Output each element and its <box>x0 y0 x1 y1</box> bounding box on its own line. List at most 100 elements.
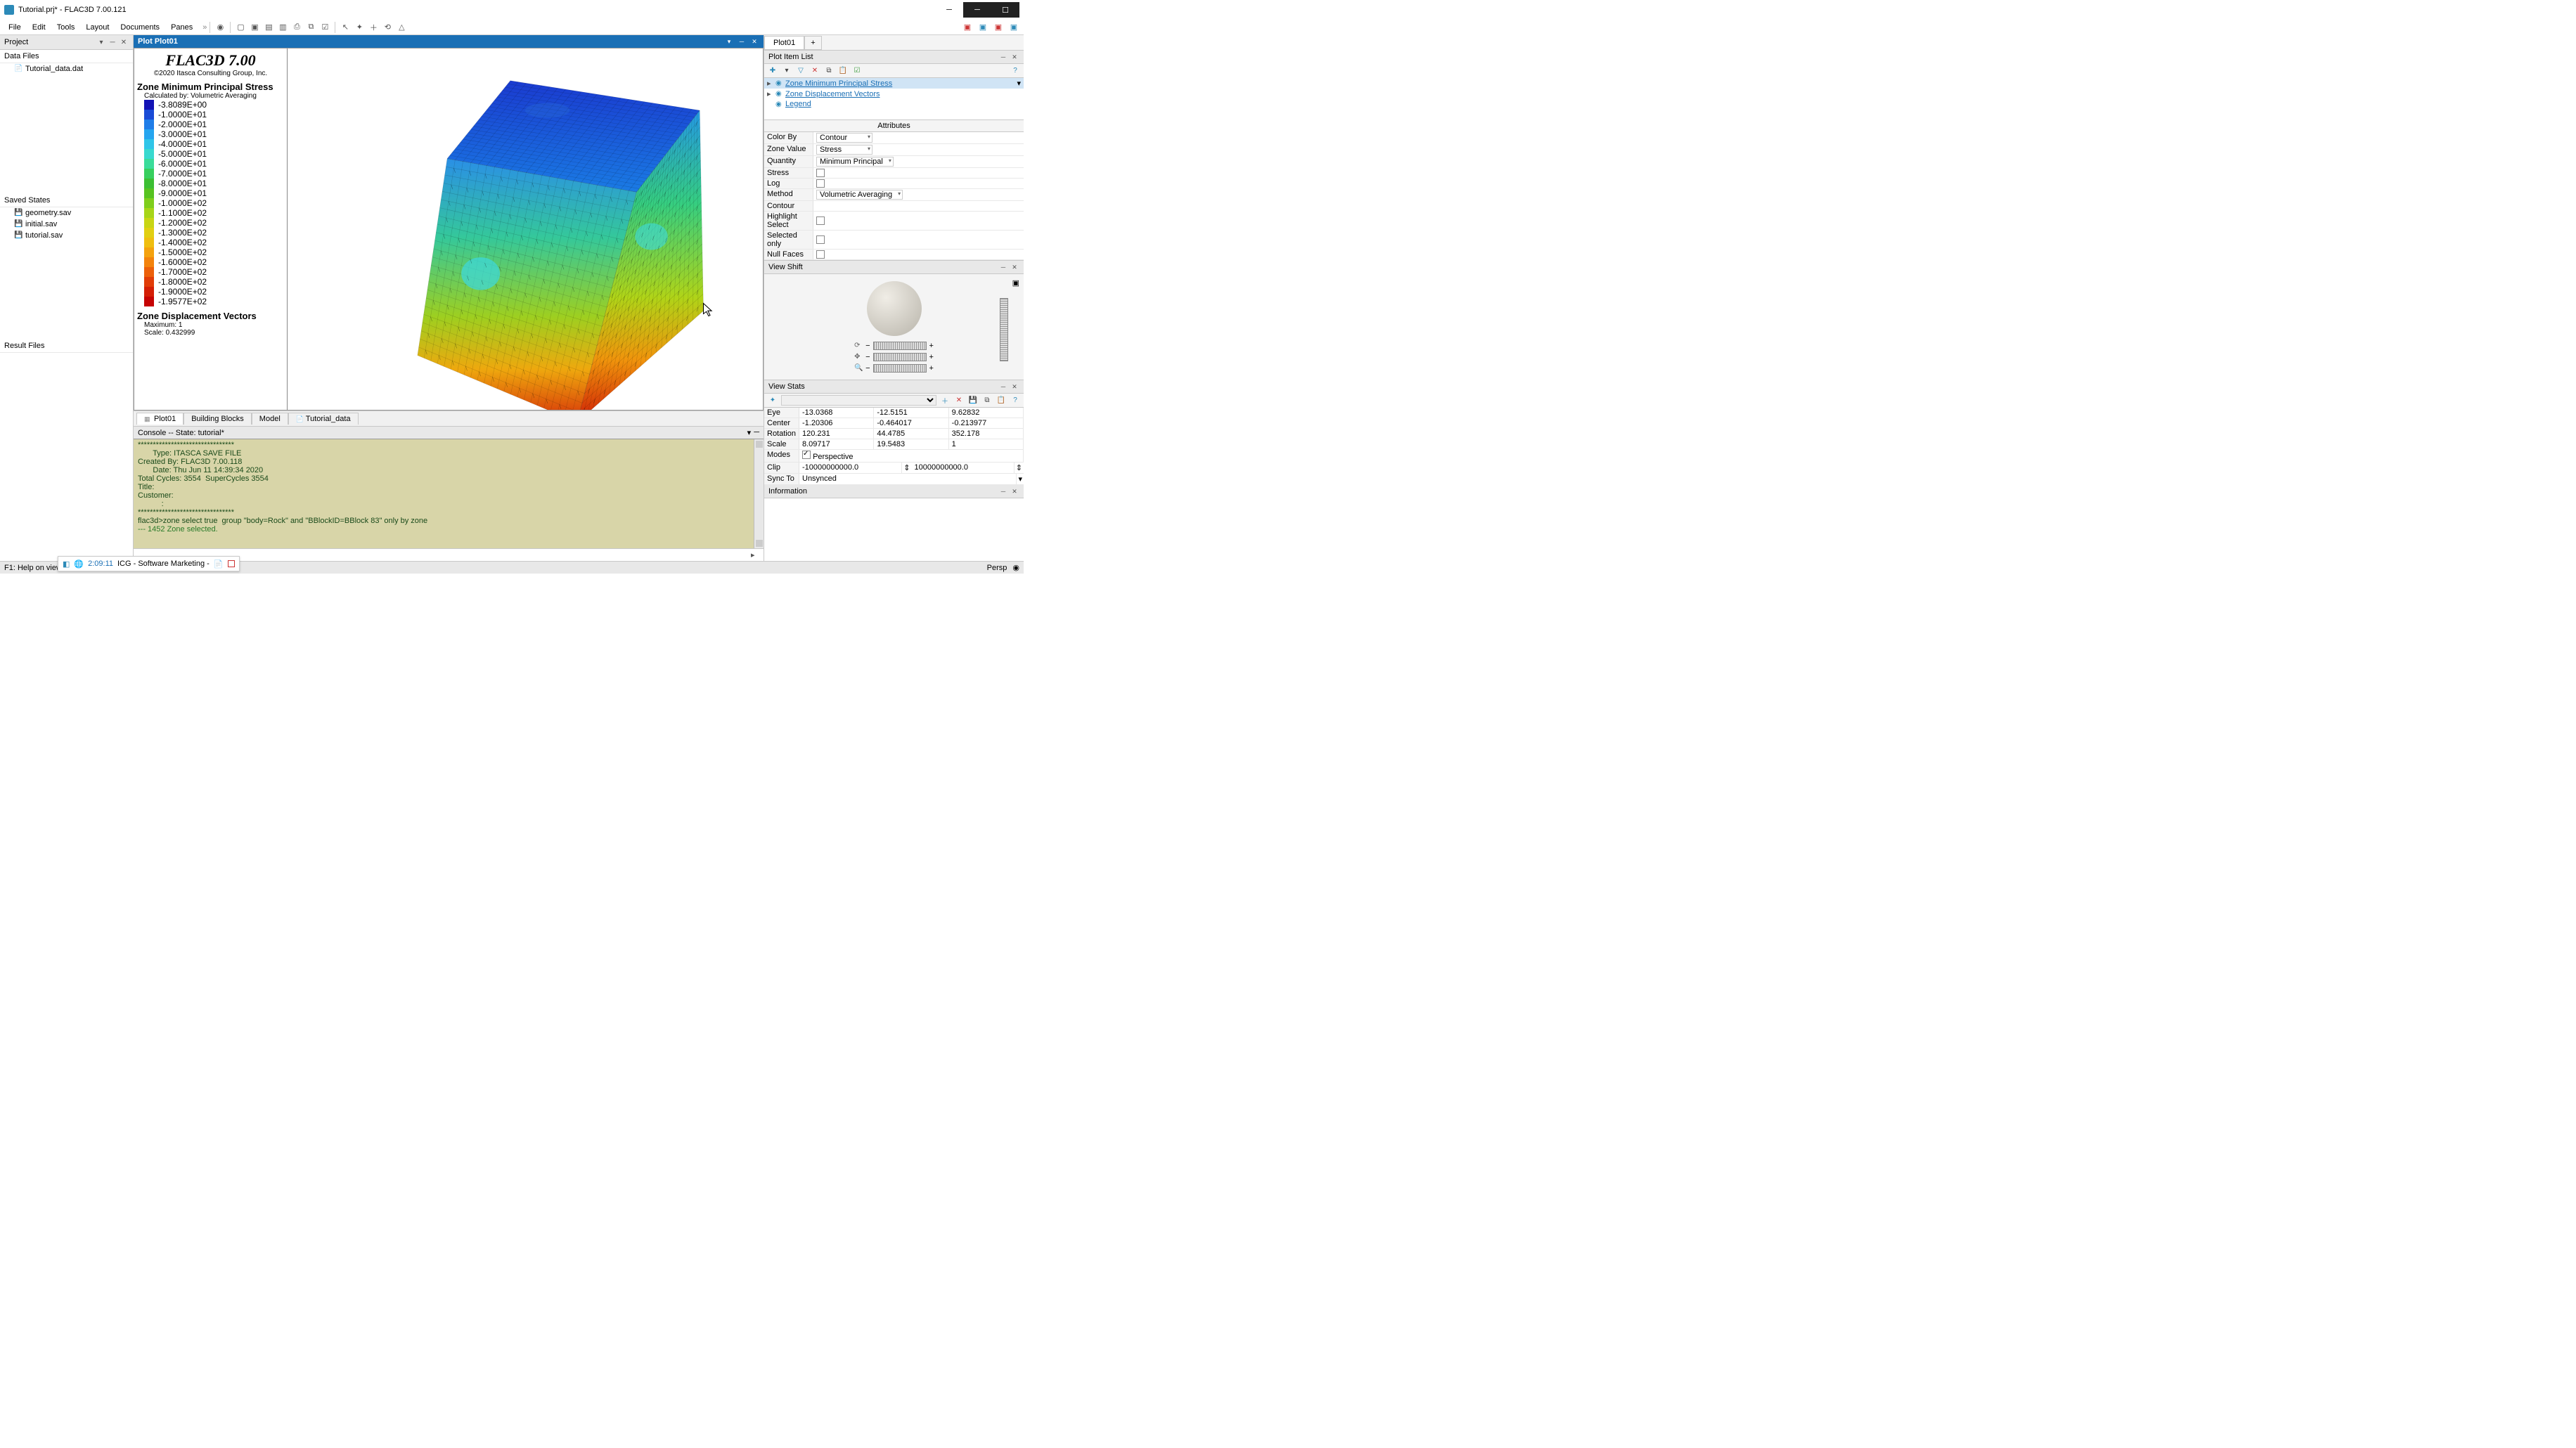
minimize-icon[interactable]: ─ <box>998 52 1008 62</box>
dropdown-icon[interactable]: ▾ <box>781 65 792 77</box>
minimize-pane-icon[interactable]: ─ <box>108 37 117 47</box>
menu-overflow-icon[interactable]: » <box>202 23 207 32</box>
close-icon[interactable]: ✕ <box>1010 262 1019 272</box>
attribute-combo[interactable]: Minimum Principal <box>816 157 894 167</box>
toolbar-r1-icon[interactable]: ▣ <box>960 20 974 34</box>
plotitem-row[interactable]: ▸ ◉ Zone Displacement Vectors <box>764 89 1024 99</box>
expand-icon[interactable]: ▸ <box>767 89 775 98</box>
pan-slider[interactable] <box>873 353 927 361</box>
close-icon[interactable]: ✕ <box>1010 486 1019 496</box>
console-body[interactable]: ******************************** Type: I… <box>134 439 764 548</box>
toolbar-r3-icon[interactable]: ▣ <box>991 20 1005 34</box>
vertical-slider[interactable] <box>1000 298 1008 361</box>
perspective-checkbox[interactable] <box>802 451 811 459</box>
toolbar-axis-icon[interactable]: △ <box>394 20 408 34</box>
section-savedstates[interactable]: Saved States <box>0 194 133 207</box>
section-datafiles[interactable]: Data Files <box>0 50 133 63</box>
viewstat-value[interactable]: 8.09717 <box>799 439 874 449</box>
copy-icon[interactable]: ⧉ <box>981 395 993 406</box>
plot-area[interactable]: FLAC3D 7.00 ©2020 Itasca Consulting Grou… <box>134 48 764 411</box>
plot-close-icon[interactable]: ✕ <box>749 37 759 46</box>
toolbar-r2-icon[interactable]: ▣ <box>976 20 990 34</box>
minimize-icon[interactable]: ─ <box>998 262 1008 272</box>
delete-icon[interactable]: ✕ <box>809 65 820 77</box>
save-icon[interactable]: 💾 <box>967 395 979 406</box>
zoom-slider[interactable] <box>873 364 927 373</box>
tab-tutorialdata[interactable]: 📄Tutorial_data <box>288 413 359 425</box>
viewstat-value[interactable]: 120.231 <box>799 429 874 439</box>
minimize-button[interactable] <box>935 2 963 18</box>
viewstat-value[interactable]: -13.0368 <box>799 408 874 418</box>
toolbar-plus-icon[interactable]: ＋ <box>366 20 380 34</box>
viewstat-value[interactable]: 19.5483 <box>874 439 948 449</box>
plotitem-row[interactable]: ▸ ◉ Zone Minimum Principal Stress ▾ <box>764 78 1024 89</box>
visibility-icon[interactable]: ◉ <box>775 90 785 98</box>
tab-model[interactable]: Model <box>252 413 288 425</box>
add-icon[interactable]: ＋ <box>939 395 951 406</box>
minimize-icon[interactable]: ─ <box>998 486 1008 496</box>
toolbar-layout3-icon[interactable]: ▤ <box>262 20 276 34</box>
attribute-combo[interactable]: Stress <box>816 145 872 155</box>
viewstat-value[interactable]: -0.464017 <box>874 418 948 428</box>
datafile-item[interactable]: 📄 Tutorial_data.dat <box>0 63 133 75</box>
console-dropdown-icon[interactable]: ▾ <box>747 428 752 437</box>
viewstat-value[interactable]: -0.213977 <box>949 418 1024 428</box>
delete-icon[interactable]: ✕ <box>953 395 965 406</box>
chevron-down-icon[interactable]: ▾ <box>96 37 106 47</box>
viewstats-combo[interactable] <box>781 395 936 406</box>
minimize-icon[interactable]: ─ <box>998 382 1008 392</box>
tab-buildingblocks[interactable]: Building Blocks <box>183 413 252 425</box>
task-stop-icon[interactable] <box>228 560 235 567</box>
reset-view-icon[interactable]: ▣ <box>1012 278 1019 287</box>
viewstat-value[interactable]: 1 <box>949 439 1024 449</box>
plot-minimize-icon[interactable]: ─ <box>737 37 747 46</box>
viewstat-value[interactable]: 44.4785 <box>874 429 948 439</box>
tool-icon[interactable]: ✦ <box>767 395 778 406</box>
viewstat-value[interactable]: -1.20306 <box>799 418 874 428</box>
menu-panes[interactable]: Panes <box>165 22 198 33</box>
expand-icon[interactable]: ▸ <box>767 79 775 88</box>
help-icon[interactable]: ? <box>1010 395 1021 406</box>
minimize-button-dark[interactable] <box>963 2 991 18</box>
plot-dropdown-icon[interactable]: ▾ <box>724 37 734 46</box>
savedstate-item[interactable]: 💾tutorial.sav <box>0 230 133 241</box>
dropdown-icon[interactable]: ▾ <box>1017 79 1021 88</box>
clip-lo-input[interactable] <box>802 463 899 472</box>
trackball[interactable] <box>867 281 922 336</box>
paste-icon[interactable]: 📋 <box>996 395 1007 406</box>
maximize-button-dark[interactable] <box>991 2 1019 18</box>
section-resultfiles[interactable]: Result Files <box>0 340 133 353</box>
status-globe-icon[interactable]: ◉ <box>1012 563 1019 572</box>
tab-plot01-right[interactable]: Plot01 <box>764 36 804 50</box>
copy-icon[interactable]: ⧉ <box>823 65 835 77</box>
plot-3d-view[interactable] <box>288 49 763 410</box>
toolbar-r4-icon[interactable]: ▣ <box>1007 20 1021 34</box>
savedstate-item[interactable]: 💾geometry.sav <box>0 207 133 219</box>
rotate-slider[interactable] <box>873 342 927 350</box>
taskbar-overlay[interactable]: ◧ 🌐 2:09:11 ICG - Software Marketing - 📄 <box>58 556 240 571</box>
paste-icon[interactable]: 📋 <box>837 65 849 77</box>
toolbar-copy-icon[interactable]: ⧉ <box>304 20 318 34</box>
console-run-icon[interactable]: ▸ <box>751 550 761 560</box>
menu-tools[interactable]: Tools <box>51 22 81 33</box>
help-icon[interactable]: ? <box>1010 65 1021 77</box>
attribute-checkbox[interactable] <box>816 216 825 225</box>
toolbar-pointer-icon[interactable]: ✦ <box>352 20 366 34</box>
console-minimize-icon[interactable]: ─ <box>754 428 759 437</box>
console-scrollbar[interactable] <box>754 439 764 548</box>
toolbar-print-icon[interactable]: ⎙ <box>290 20 304 34</box>
visibility-icon[interactable]: ◉ <box>775 79 785 87</box>
menu-documents[interactable]: Documents <box>115 22 165 33</box>
status-persp[interactable]: Persp <box>987 564 1007 572</box>
toolbar-check-icon[interactable]: ☑ <box>318 20 332 34</box>
menu-file[interactable]: File <box>3 22 27 33</box>
toolbar-layout2-icon[interactable]: ▣ <box>247 20 262 34</box>
attribute-checkbox[interactable] <box>816 235 825 244</box>
close-icon[interactable]: ✕ <box>1010 382 1019 392</box>
add-item-icon[interactable]: ✚ <box>767 65 778 77</box>
menu-edit[interactable]: Edit <box>27 22 51 33</box>
toolbar-layout1-icon[interactable]: ▢ <box>233 20 247 34</box>
tab-plot01[interactable]: ▦Plot01 <box>136 413 183 425</box>
toolbar-cursor-icon[interactable]: ↖ <box>338 20 352 34</box>
clip-hi-input[interactable] <box>915 463 1011 472</box>
